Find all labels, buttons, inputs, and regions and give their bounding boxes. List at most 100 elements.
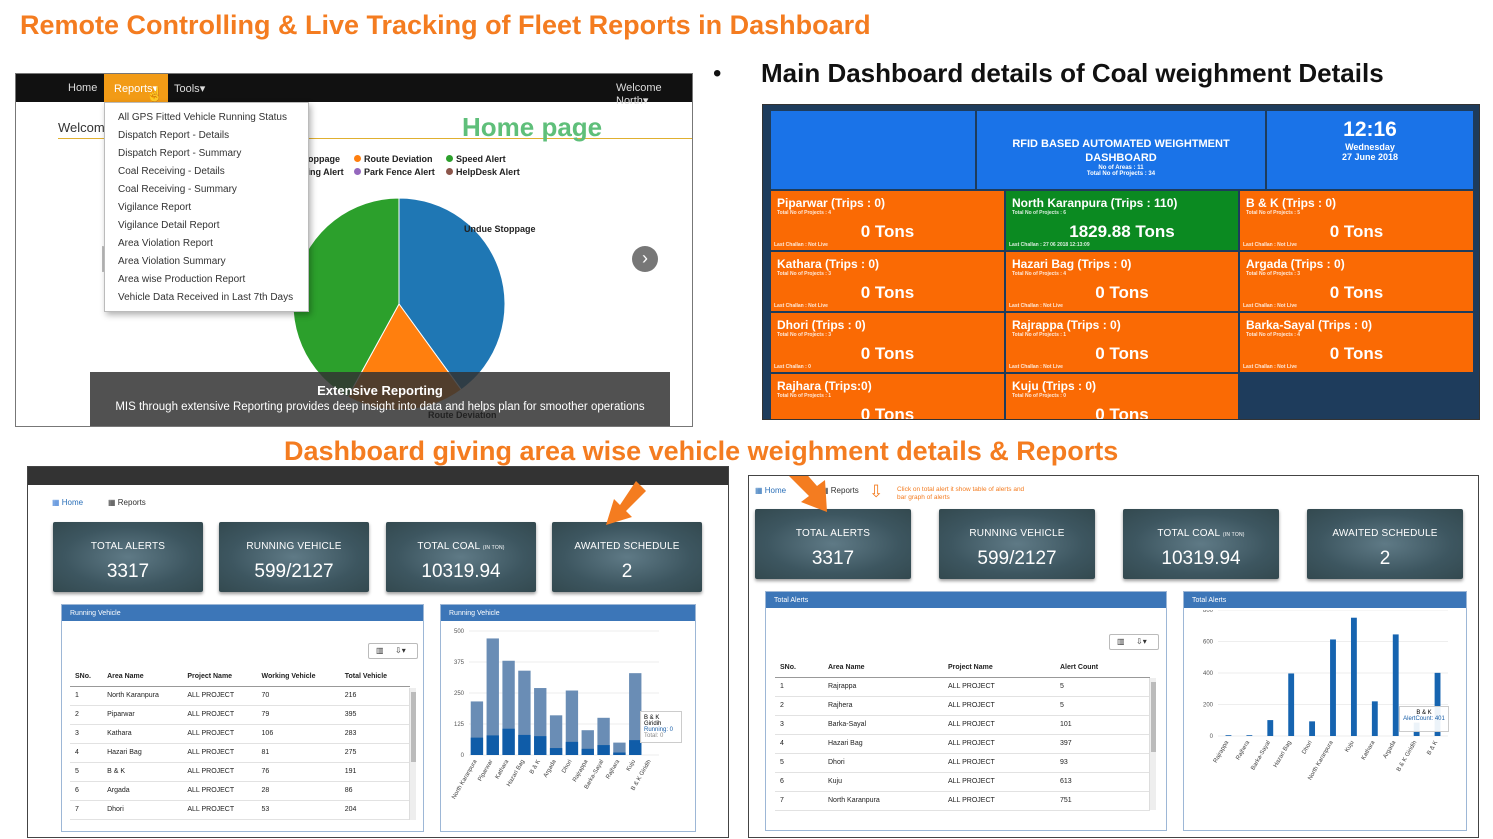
- nav-home[interactable]: Home: [68, 82, 97, 94]
- bar[interactable]: [1288, 673, 1295, 736]
- tile-value: 0 Tons: [860, 222, 915, 241]
- bar[interactable]: [613, 752, 626, 755]
- carousel-caption: Extensive Reporting MIS through extensiv…: [90, 372, 670, 426]
- bar[interactable]: [486, 735, 499, 755]
- menu-item[interactable]: Area wise Production Report: [105, 271, 308, 289]
- bar[interactable]: [502, 728, 515, 755]
- breadcrumb-home[interactable]: ▦ Home: [755, 486, 786, 495]
- table-cell: ALL PROJECT: [943, 753, 1055, 773]
- tile-value: 0 Tons: [1095, 344, 1149, 363]
- table-tools[interactable]: ▥ ⇩▾: [1109, 634, 1159, 650]
- table-cell: 28: [256, 781, 340, 801]
- tile-value: 0 Tons: [1095, 405, 1149, 420]
- menu-item[interactable]: Vehicle Data Received in Last 7th Days: [105, 289, 308, 307]
- bar[interactable]: [534, 736, 547, 755]
- bar[interactable]: [1392, 634, 1399, 736]
- bar[interactable]: [581, 748, 594, 755]
- table-row[interactable]: 2 Rajhera ALL PROJECT 5: [775, 696, 1150, 716]
- bar[interactable]: [1225, 735, 1232, 736]
- table-row[interactable]: 4 Hazari Bag ALL PROJECT 81 275: [70, 743, 410, 763]
- table-scrollbar[interactable]: [409, 688, 416, 820]
- menu-item[interactable]: Coal Receiving - Details: [105, 163, 308, 181]
- table-cell: 53: [256, 800, 340, 820]
- column-header[interactable]: Alert Count: [1055, 658, 1150, 678]
- stat-card[interactable]: RUNNING VEHICLE 599/2127: [219, 522, 369, 592]
- bar[interactable]: [549, 748, 563, 755]
- column-header[interactable]: SNo.: [775, 658, 823, 678]
- table-tools[interactable]: ▥ ⇩▾: [368, 643, 418, 659]
- table-cell: 4: [70, 743, 103, 763]
- tile-value: 0 Tons: [860, 405, 915, 420]
- table-row[interactable]: 5 Dhori ALL PROJECT 93: [775, 753, 1150, 773]
- tile-last: Last Challan : Not Live: [774, 242, 828, 248]
- table-cell: Piparwar: [102, 705, 183, 725]
- export-icon[interactable]: ⇩▾: [1136, 637, 1147, 646]
- table-row[interactable]: 4 Hazari Bag ALL PROJECT 397: [775, 734, 1150, 754]
- column-header[interactable]: Working Vehicle: [256, 667, 340, 687]
- bar[interactable]: [1267, 720, 1274, 736]
- table-cell: 3: [70, 724, 103, 744]
- menu-item[interactable]: Dispatch Report - Details: [105, 127, 308, 145]
- column-header[interactable]: SNo.: [70, 667, 103, 687]
- breadcrumb-home[interactable]: ▦ Home: [52, 498, 83, 507]
- bar[interactable]: [1371, 701, 1378, 736]
- columns-icon[interactable]: ▥: [1117, 637, 1125, 646]
- nav-tools[interactable]: Tools▾: [174, 82, 205, 95]
- table-cell: ALL PROJECT: [943, 772, 1055, 792]
- bar[interactable]: [1350, 617, 1357, 736]
- header-blank: [771, 111, 975, 189]
- column-header[interactable]: Area Name: [823, 658, 943, 678]
- bar[interactable]: [518, 734, 531, 755]
- carousel-next-icon[interactable]: ›: [632, 246, 658, 272]
- menu-item[interactable]: Dispatch Report - Summary: [105, 145, 308, 163]
- bar[interactable]: [470, 737, 484, 755]
- table-row[interactable]: 5B & K ALL PROJECT 76 191: [70, 762, 410, 782]
- breadcrumb-reports[interactable]: ▦ Reports: [108, 498, 146, 507]
- bar[interactable]: [1246, 735, 1253, 736]
- bar[interactable]: [1309, 721, 1316, 736]
- table-scrollbar[interactable]: [1149, 678, 1156, 810]
- hint-arrow-icon: ⇩: [869, 482, 884, 501]
- columns-icon[interactable]: ▥: [376, 646, 384, 655]
- grid-icon: ▦: [52, 498, 62, 507]
- table-row[interactable]: 6 Argada ALL PROJECT 28 86: [70, 781, 410, 801]
- table-row[interactable]: 7 Dhori ALL PROJECT 53 204: [70, 800, 410, 820]
- table-cell: 7: [775, 791, 823, 811]
- menu-item[interactable]: Area Violation Report: [105, 235, 308, 253]
- stat-card[interactable]: TOTAL COAL (IN TON) 10319.94: [386, 522, 536, 592]
- caret-down-icon: ▾: [642, 95, 649, 107]
- stat-card[interactable]: AWAITED SCHEDULE 2: [1307, 509, 1463, 579]
- column-header[interactable]: Area Name: [102, 667, 183, 687]
- table-row[interactable]: 1 North Karanpura ALL PROJECT 70 216: [70, 686, 410, 706]
- menu-item[interactable]: Vigilance Detail Report: [105, 217, 308, 235]
- column-header[interactable]: Project Name: [182, 667, 257, 687]
- table-cell: 6: [70, 781, 103, 801]
- area-tile: Rajrappa (Trips : 0) Total No of Projects…: [1006, 313, 1238, 372]
- stat-card[interactable]: AWAITED SCHEDULE 2: [552, 522, 702, 592]
- area-tile: Piparwar (Trips : 0) Total No of Projects…: [771, 191, 1004, 250]
- bar[interactable]: [565, 741, 579, 755]
- column-header[interactable]: Project Name: [943, 658, 1055, 678]
- menu-item[interactable]: Vigilance Report: [105, 199, 308, 217]
- table-row[interactable]: 1 Rajrappa ALL PROJECT 5: [775, 677, 1150, 697]
- bar[interactable]: [1330, 639, 1336, 736]
- stat-card[interactable]: TOTAL COAL (IN TON) 10319.94: [1123, 509, 1279, 579]
- stat-card[interactable]: RUNNING VEHICLE 599/2127: [939, 509, 1095, 579]
- table-row[interactable]: 3 Barka-Sayal ALL PROJECT 101: [775, 715, 1150, 735]
- column-header[interactable]: Total Vehicle: [339, 667, 410, 687]
- clock-day: Wednesday: [1345, 142, 1395, 152]
- menu-item[interactable]: Coal Receiving - Summary: [105, 181, 308, 199]
- table-cell: Argada: [102, 781, 183, 801]
- table-row[interactable]: 3 Kathara ALL PROJECT 106 283: [70, 724, 410, 744]
- menu-item[interactable]: All GPS Fitted Vehicle Running Status: [105, 109, 308, 127]
- table-row[interactable]: 6 Kuju ALL PROJECT 613: [775, 772, 1150, 792]
- table-row[interactable]: 7 North Karanpura ALL PROJECT 751: [775, 791, 1150, 811]
- bar[interactable]: [597, 745, 610, 755]
- nav-welcome[interactable]: Welcome North▾: [616, 82, 692, 107]
- y-tick-label: 400: [1203, 671, 1214, 677]
- export-icon[interactable]: ⇩▾: [395, 646, 406, 655]
- menu-item[interactable]: Area Violation Summary: [105, 253, 308, 271]
- table-row[interactable]: 2 Piparwar ALL PROJECT 79 395: [70, 705, 410, 725]
- total-alerts-table-box: Total Alerts ▥ ⇩▾ SNo. Area Name Project Na…: [765, 591, 1167, 831]
- stat-card[interactable]: TOTAL ALERTS 3317: [53, 522, 203, 592]
